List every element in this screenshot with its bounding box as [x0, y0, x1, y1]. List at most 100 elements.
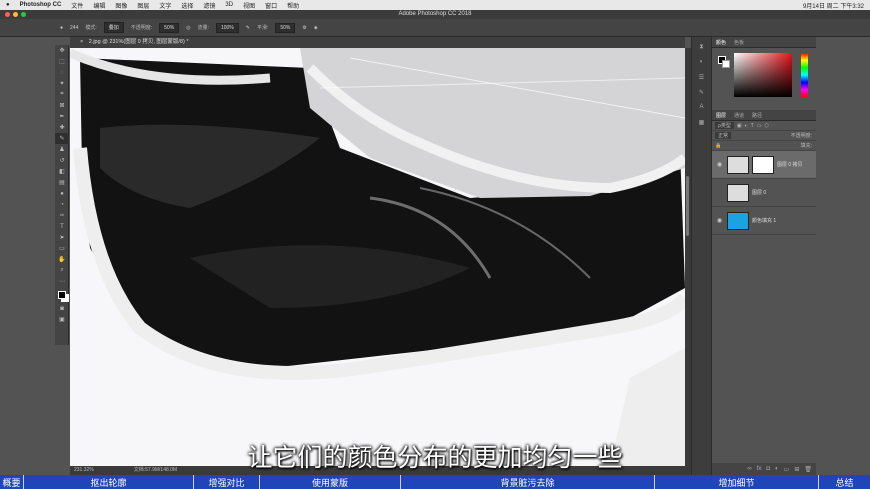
- menu-file[interactable]: 文件: [71, 1, 83, 10]
- marquee-tool-icon[interactable]: ⬚: [55, 56, 69, 67]
- dodge-tool-icon[interactable]: ◔: [55, 199, 69, 210]
- menu-filter[interactable]: 滤镜: [203, 1, 215, 10]
- layer-row[interactable]: ◉ 颜色填充 1: [712, 207, 816, 235]
- history-panel-icon[interactable]: ⧗: [695, 42, 709, 52]
- type-tool-icon[interactable]: T: [55, 221, 69, 232]
- lock-icon[interactable]: 🔒: [715, 143, 721, 149]
- hand-tool-icon[interactable]: ✋: [55, 254, 69, 265]
- layer-name[interactable]: 图层 0 拷贝: [777, 161, 803, 168]
- crop-tool-icon[interactable]: ⌗: [55, 89, 69, 100]
- visibility-eye-icon[interactable]: ◉: [715, 217, 724, 224]
- filter-shape-icon[interactable]: ▭: [757, 123, 762, 129]
- tab-channels[interactable]: 通道: [734, 112, 744, 119]
- eyedropper-tool-icon[interactable]: ✒: [55, 111, 69, 122]
- quick-mask-icon[interactable]: ◙: [55, 303, 69, 314]
- hue-slider[interactable]: [801, 53, 808, 97]
- blend-mode-select[interactable]: 正常: [715, 132, 732, 139]
- quick-select-tool-icon[interactable]: ✦: [55, 78, 69, 89]
- opacity-label-layers: 不透明度:: [790, 133, 812, 139]
- tab-layers[interactable]: 图层: [716, 112, 726, 119]
- minimize-window-button[interactable]: [13, 12, 18, 17]
- brush-tool-icon[interactable]: ✎: [55, 133, 69, 144]
- background-color-swatch[interactable]: [722, 60, 730, 68]
- layer-thumbnail[interactable]: [727, 155, 749, 174]
- filter-type-icon[interactable]: T: [751, 123, 754, 129]
- opacity-field[interactable]: 50%: [159, 22, 180, 33]
- tab-swatches[interactable]: 色板: [734, 39, 744, 46]
- layer-name[interactable]: 图层 0: [752, 189, 766, 196]
- layer-thumbnail[interactable]: [727, 183, 749, 202]
- chapter-cleanup[interactable]: 背景脏污去除: [401, 475, 655, 489]
- brush-preset-icon[interactable]: ●: [60, 25, 63, 31]
- menu-3d[interactable]: 3D: [225, 2, 233, 8]
- tab-paths[interactable]: 路径: [752, 112, 762, 119]
- chapter-mask[interactable]: 使用蒙版: [260, 475, 401, 489]
- filter-adjust-icon[interactable]: ◐: [745, 123, 748, 129]
- more-tools-icon[interactable]: ⋯: [55, 276, 69, 287]
- menu-layer[interactable]: 图层: [137, 1, 149, 10]
- color-panel-tabs: 颜色 色板: [712, 37, 816, 48]
- properties-panel-icon[interactable]: ☰: [695, 72, 709, 82]
- zoom-window-button[interactable]: [21, 12, 26, 17]
- menu-select[interactable]: 选择: [181, 1, 193, 10]
- brush-size[interactable]: 244: [70, 25, 78, 31]
- zoom-tool-icon[interactable]: ⌕: [55, 265, 69, 276]
- chapter-cutout[interactable]: 抠出轮廓: [24, 475, 194, 489]
- filter-smart-icon[interactable]: ⬡: [764, 123, 768, 129]
- pen-tool-icon[interactable]: ✑: [55, 210, 69, 221]
- move-tool-icon[interactable]: ✥: [55, 45, 69, 56]
- app-menu[interactable]: Photoshop CC: [20, 2, 62, 8]
- screen-mode-icon[interactable]: ▣: [55, 314, 69, 325]
- shape-tool-icon[interactable]: ▭: [55, 243, 69, 254]
- blur-tool-icon[interactable]: ●: [55, 188, 69, 199]
- color-swatches-icon[interactable]: [55, 287, 69, 303]
- frame-tool-icon[interactable]: ⊠: [55, 100, 69, 111]
- symmetry-icon[interactable]: ◈: [314, 25, 318, 31]
- chapter-details[interactable]: 增加细节: [655, 475, 819, 489]
- lasso-tool-icon[interactable]: ◌: [55, 67, 69, 78]
- character-panel-icon[interactable]: A: [695, 102, 709, 112]
- brushes-panel-icon[interactable]: ✎: [695, 87, 709, 97]
- history-brush-icon[interactable]: ↺: [55, 155, 69, 166]
- layer-name[interactable]: 颜色填充 1: [752, 217, 776, 224]
- chapter-contrast[interactable]: 增强对比: [194, 475, 260, 489]
- color-picker-field[interactable]: [734, 53, 792, 97]
- video-subtitle: 让它们的颜色分布的更加均匀一些: [247, 443, 623, 472]
- menu-type[interactable]: 文字: [159, 1, 171, 10]
- status-area: 9月14日 周二 下午3:32: [803, 1, 870, 10]
- menu-help[interactable]: 帮助: [287, 1, 299, 10]
- chapter-conclusion[interactable]: 总结: [819, 475, 870, 489]
- filter-pixel-icon[interactable]: ▣: [737, 123, 742, 129]
- apple-icon[interactable]: ●: [6, 2, 10, 8]
- healing-tool-icon[interactable]: ✚: [55, 122, 69, 133]
- flow-field[interactable]: 100%: [215, 22, 239, 33]
- fill-layer-thumbnail[interactable]: [727, 211, 749, 230]
- document-canvas[interactable]: [70, 48, 685, 466]
- chapter-summary[interactable]: 概要: [0, 475, 24, 489]
- stamp-tool-icon[interactable]: ♟: [55, 144, 69, 155]
- libraries-panel-icon[interactable]: ▦: [695, 117, 709, 127]
- close-document-icon[interactable]: ×: [80, 39, 83, 45]
- layer-mask-thumbnail[interactable]: [752, 155, 774, 174]
- tab-color[interactable]: 颜色: [716, 39, 726, 46]
- smooth-field[interactable]: 50%: [275, 22, 296, 33]
- adjustments-panel-icon[interactable]: ◐: [695, 57, 709, 67]
- close-window-button[interactable]: [5, 12, 10, 17]
- eraser-tool-icon[interactable]: ◧: [55, 166, 69, 177]
- layer-filter-select[interactable]: ρ类型: [715, 122, 734, 129]
- menu-image[interactable]: 图像: [115, 1, 127, 10]
- document-tab[interactable]: × 2.jpg @ 231%(图层 0 拷贝, 图层蒙版/8) *: [70, 37, 685, 48]
- path-select-tool-icon[interactable]: ➤: [55, 232, 69, 243]
- visibility-eye-icon[interactable]: ◉: [715, 161, 724, 168]
- settings-gear-icon[interactable]: ⚙: [302, 25, 306, 31]
- layer-row[interactable]: 图层 0: [712, 179, 816, 207]
- menu-view[interactable]: 视图: [243, 1, 255, 10]
- mode-select[interactable]: 叠加: [103, 22, 124, 33]
- gradient-tool-icon[interactable]: ▤: [55, 177, 69, 188]
- menu-edit[interactable]: 编辑: [93, 1, 105, 10]
- scrollbar-thumb[interactable]: [686, 176, 689, 236]
- airbrush-icon[interactable]: ✎: [246, 25, 250, 31]
- pressure-opacity-icon[interactable]: ◎: [186, 25, 190, 31]
- menu-window[interactable]: 窗口: [265, 1, 277, 10]
- layer-row[interactable]: ◉ 图层 0 拷贝: [712, 151, 816, 179]
